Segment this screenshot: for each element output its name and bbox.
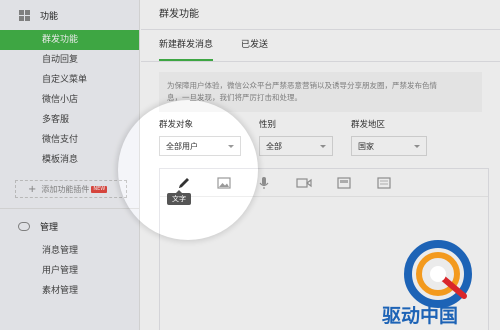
sidebar-item-template-message[interactable]: 模板消息	[0, 150, 139, 170]
editor-toolbar	[160, 169, 488, 197]
sidebar-item-custom-menu[interactable]: 自定义菜单	[0, 70, 139, 90]
tab-new-mass-message[interactable]: 新建群发消息	[159, 30, 214, 61]
tab-bar: 新建群发消息 已发送	[141, 30, 500, 62]
sidebar-item-mass-send[interactable]: 群发功能	[0, 30, 139, 50]
sidebar-item-wechat-pay[interactable]: 微信支付	[0, 130, 139, 150]
chat-bubble-icon	[18, 220, 30, 232]
voice-tool-button[interactable]	[250, 173, 278, 193]
sidebar-item-customer-service[interactable]: 多客服	[0, 110, 139, 130]
region-value: 国家	[358, 141, 374, 151]
plus-icon: +	[28, 183, 37, 195]
gender-select[interactable]: 全部	[259, 136, 333, 156]
sidebar-item-user-manage[interactable]: 用户管理	[0, 261, 139, 281]
notice-line: 息，一旦发现，我们将严厉打击和处理。	[167, 93, 302, 102]
sidebar-item-message-manage[interactable]: 消息管理	[0, 241, 139, 261]
add-plugin-button[interactable]: + 添加功能插件 NEW	[15, 180, 127, 198]
chevron-down-icon	[414, 144, 420, 148]
sidebar-item-wechat-store[interactable]: 微信小店	[0, 90, 139, 110]
article-icon	[337, 176, 351, 189]
page-title: 群发功能	[141, 0, 500, 30]
grid-icon	[18, 9, 30, 21]
sidebar-divider	[0, 208, 139, 209]
target-value: 全部用户	[166, 141, 198, 151]
section-title: 功能	[40, 11, 59, 22]
sidebar-section-function: 功能	[0, 0, 139, 30]
section-title: 管理	[40, 222, 59, 233]
gender-field: 性别 全部	[259, 118, 333, 156]
chevron-down-icon	[320, 144, 326, 148]
target-select[interactable]: 全部用户	[159, 136, 241, 156]
video-icon	[296, 177, 312, 188]
gender-label: 性别	[259, 120, 277, 130]
image-icon	[217, 176, 231, 189]
sidebar-section-manage: 管理	[0, 211, 139, 241]
filter-row: 群发对象 全部用户 性别 全部 群发地区 国家	[159, 118, 445, 156]
target-field: 群发对象 全部用户	[159, 118, 241, 156]
new-badge: NEW	[91, 185, 108, 193]
sidebar: 功能 群发功能 自动回复 自定义菜单 微信小店 多客服 微信支付 模板消息 + …	[0, 0, 140, 330]
microphone-icon	[259, 176, 269, 189]
add-plugin-label: 添加功能插件	[41, 184, 90, 194]
region-label: 群发地区	[351, 120, 386, 130]
tab-sent[interactable]: 已发送	[241, 30, 268, 61]
text-tool-button[interactable]	[170, 173, 198, 193]
notice-box: 为保障用户体验，微信公众平台严禁恶意营销以及诱导分享朋友圈，严禁发布色情 息，一…	[159, 72, 482, 112]
pencil-icon	[179, 177, 189, 188]
image-tool-button[interactable]	[210, 173, 238, 193]
card-icon	[377, 176, 391, 189]
region-select[interactable]: 国家	[351, 136, 427, 156]
video-tool-button[interactable]	[290, 173, 318, 193]
chevron-down-icon	[228, 144, 234, 148]
sidebar-item-material-manage[interactable]: 素材管理	[0, 281, 139, 301]
target-label: 群发对象	[159, 120, 194, 130]
sidebar-item-auto-reply[interactable]: 自动回复	[0, 50, 139, 70]
notice-line: 为保障用户体验，微信公众平台严禁恶意营销以及诱导分享朋友圈，严禁发布色情	[167, 81, 437, 90]
news-tool-button[interactable]	[330, 173, 358, 193]
text-tooltip: 文字	[167, 190, 191, 205]
card-tool-button[interactable]	[370, 173, 398, 193]
region-field: 群发地区 国家	[351, 118, 427, 156]
watermark-text: 驱动中国	[382, 305, 459, 327]
gender-value: 全部	[266, 141, 282, 151]
